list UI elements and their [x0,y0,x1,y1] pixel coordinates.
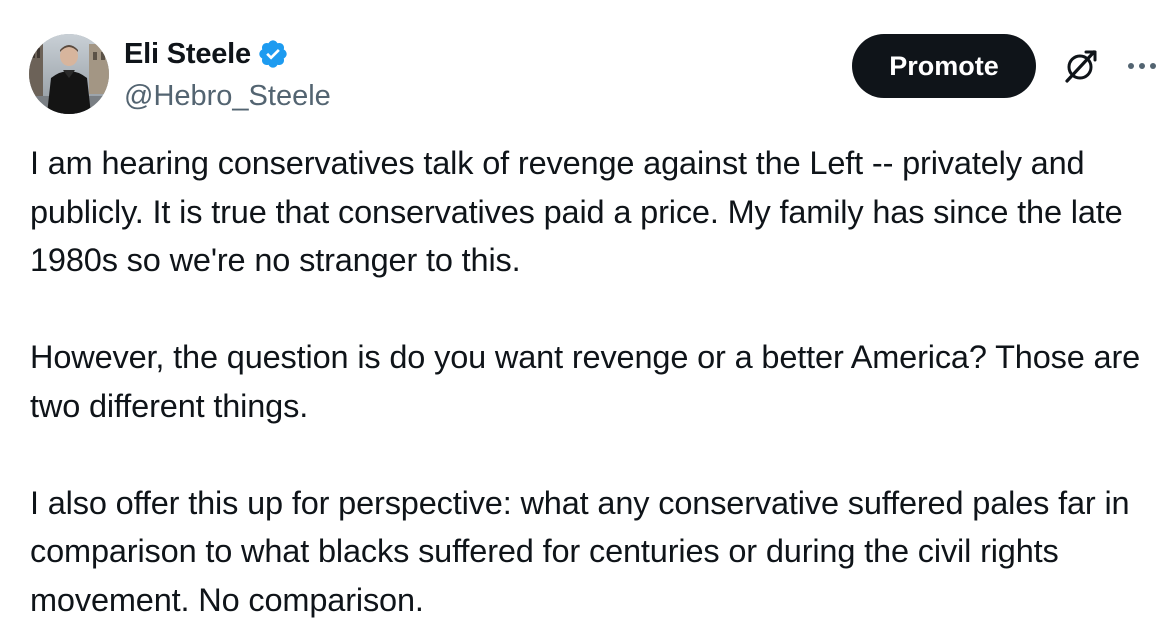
more-options-icon[interactable] [1124,54,1160,78]
avatar[interactable] [29,34,109,114]
post-paragraph: I also offer this up for perspective: wh… [30,484,1130,618]
author-info: Eli Steele @Hebro_Steele [124,36,331,114]
post-text: I am hearing conservatives talk of reven… [30,139,1160,624]
post: Eli Steele @Hebro_Steele Promote I am he [0,0,1170,644]
grok-icon[interactable] [1060,46,1100,86]
author-handle[interactable]: @Hebro_Steele [124,78,331,114]
post-paragraph: However, the question is do you want rev… [30,339,1141,424]
author-name-row: Eli Steele [124,36,331,72]
promote-button[interactable]: Promote [852,34,1036,98]
avatar-image [29,34,109,114]
post-paragraph: I am hearing conservatives talk of reven… [30,145,1123,278]
verified-badge-icon[interactable] [257,38,289,70]
author-display-name[interactable]: Eli Steele [124,38,251,71]
